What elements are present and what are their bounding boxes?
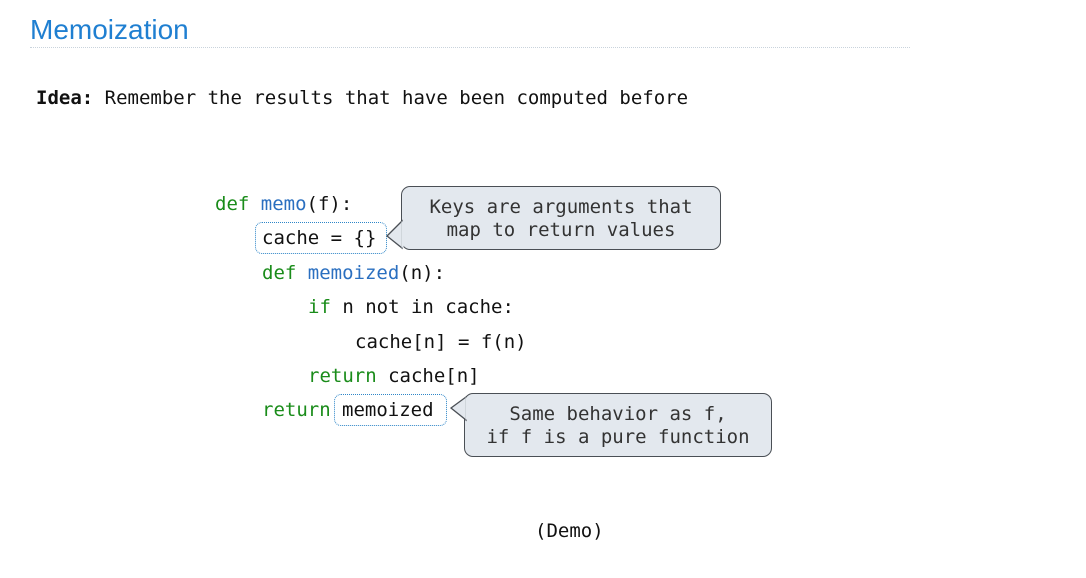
code-line-return-cache: return cache[n]	[308, 364, 480, 388]
function-name-memoized: memoized	[307, 262, 400, 284]
demo-label: (Demo)	[535, 520, 604, 542]
code-line-def-memo: def memo(f):	[215, 192, 352, 216]
idea-text: Remember the results that have been comp…	[93, 87, 689, 109]
code-line-if: if n not in cache:	[308, 295, 514, 319]
code-return-value: cache[n]	[376, 365, 480, 387]
keyword-return: return	[262, 399, 331, 421]
code-params-f: (f):	[306, 193, 353, 215]
keyword-return: return	[308, 365, 377, 387]
keyword-def: def	[215, 193, 250, 215]
slide-title: Memoization	[30, 14, 189, 45]
keyword-if: if	[308, 296, 331, 318]
code-if-condition: n not in cache:	[330, 296, 514, 318]
code-line-cache: cache = {}	[262, 227, 377, 249]
callout-keys-are-arguments: Keys are arguments that map to return va…	[401, 186, 721, 250]
code-params-n: (n):	[399, 262, 446, 284]
code-memoized-name: memoized	[342, 399, 434, 421]
function-name-memo: memo	[260, 193, 307, 215]
idea-label: Idea:	[36, 87, 94, 109]
code-line-return-memoized: return	[262, 398, 331, 422]
callout-same-behavior: Same behavior as f, if f is a pure funct…	[464, 393, 772, 457]
title-divider	[30, 47, 910, 48]
code-line-def-memoized: def memoized(n):	[262, 261, 445, 285]
idea-line: Idea: Remember the results that have bee…	[36, 87, 688, 109]
callout-keys-pointer	[386, 219, 404, 250]
callout-same-pointer	[449, 395, 468, 422]
code-line-cache-assign: cache[n] = f(n)	[355, 331, 527, 353]
keyword-def: def	[262, 262, 297, 284]
